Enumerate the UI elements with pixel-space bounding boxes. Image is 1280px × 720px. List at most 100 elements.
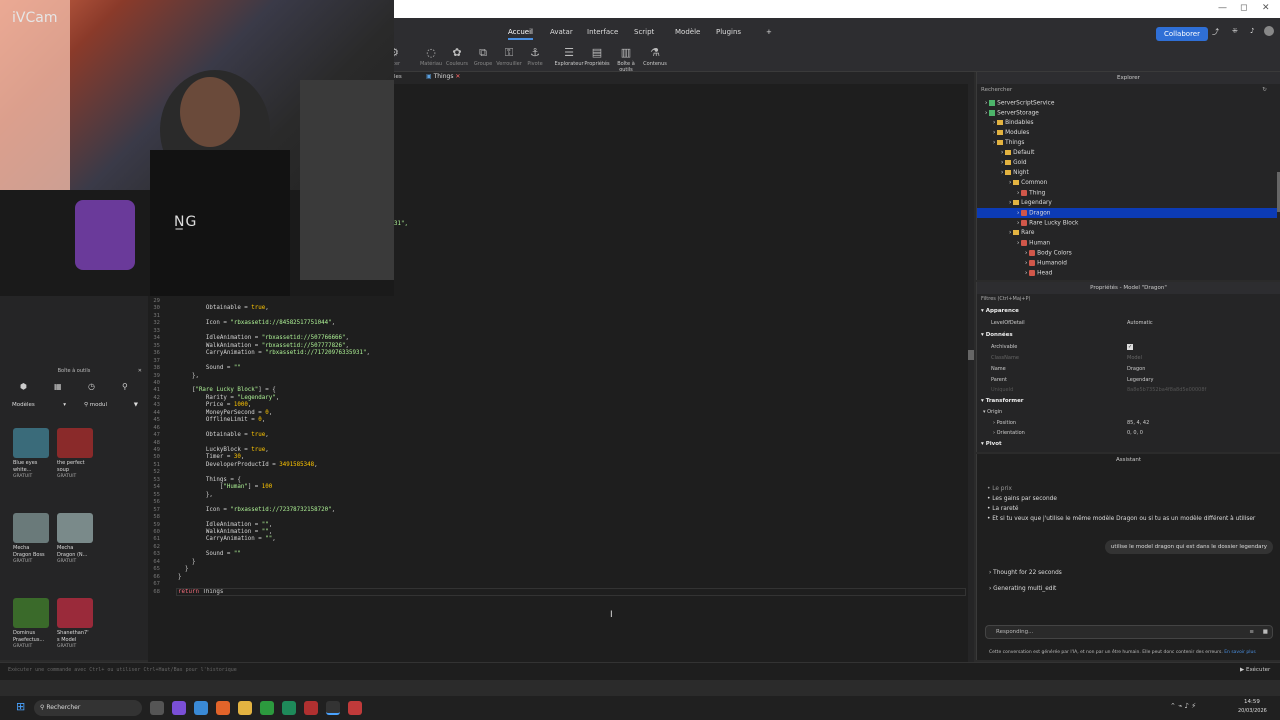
close-icon[interactable]: ✕ xyxy=(138,368,142,374)
toolbox-item[interactable]: Mecha Dragon Boss GRATUIT xyxy=(13,513,53,564)
section-pivot[interactable]: ▾ Pivot xyxy=(981,441,1002,447)
file-explorer-icon[interactable] xyxy=(238,701,252,715)
collaborate-button[interactable]: Collaborer xyxy=(1156,27,1208,41)
maximize-button[interactable]: ◻ xyxy=(1240,3,1247,13)
minimize-button[interactable]: — xyxy=(1218,3,1227,13)
explorer-node[interactable]: › Human xyxy=(1017,240,1050,247)
line-number: 52 xyxy=(153,469,160,476)
thought-step[interactable]: › Thought for 22 seconds xyxy=(989,570,1062,576)
explorer-node[interactable]: › Dragon xyxy=(1017,210,1050,217)
firefox-icon[interactable] xyxy=(216,701,230,715)
app-icon[interactable] xyxy=(282,701,296,715)
toolbox-item[interactable]: Dominus Praefectus... GRATUIT xyxy=(13,598,53,649)
tray-icons[interactable]: ⌃ ⌁ ♪ ⚡ xyxy=(1170,702,1196,710)
tab-script[interactable]: Script xyxy=(634,28,654,36)
grid-icon[interactable]: ⁜ xyxy=(1232,27,1238,35)
stop-icon[interactable]: ■ xyxy=(1263,626,1268,638)
toolbox-item[interactable]: Mecha Dragon (N... GRATUIT xyxy=(57,513,97,564)
add-tab-button[interactable]: + xyxy=(766,28,772,36)
scroll-thumb[interactable] xyxy=(968,350,974,360)
toolbox-button[interactable]: ▥ Boîte à outils xyxy=(611,46,641,73)
section-apparence[interactable]: ▾ Apparence xyxy=(981,308,1019,314)
category-select[interactable]: Modèles ▾ xyxy=(12,402,70,412)
command-input[interactable]: Exécuter une commande avec Ctrl+ ou util… xyxy=(8,667,237,673)
explorer-search[interactable]: Rechercher ↻ xyxy=(981,87,1271,93)
toolbox-item[interactable]: Shanethan7' s Model GRATUIT xyxy=(57,598,97,649)
tab-interface[interactable]: Interface xyxy=(587,28,618,36)
refresh-icon[interactable]: ↻ xyxy=(1262,87,1267,93)
explorer-node[interactable]: › ServerScriptService xyxy=(985,100,1054,107)
assistant-disclaimer: Cette conversation est générée par l'IA,… xyxy=(989,650,1256,655)
settings-icon[interactable]: ≡ xyxy=(1249,626,1254,638)
explorer-node[interactable]: › Thing xyxy=(1017,190,1045,197)
explorer-node[interactable]: › Gold xyxy=(1001,160,1027,166)
explorer-node[interactable]: › Humanoid xyxy=(1025,260,1067,267)
line-number: 55 xyxy=(153,491,160,498)
clock-time[interactable]: 14:59 xyxy=(1244,699,1260,705)
tab-things[interactable]: ▣ Things ✕ xyxy=(426,73,460,80)
tab-modele[interactable]: Modèle xyxy=(675,28,700,36)
inventory-icon[interactable]: ⬢ xyxy=(20,382,27,391)
pivot-button[interactable]: ⚓ Pivote xyxy=(520,46,550,67)
explorer-node[interactable]: › ServerStorage xyxy=(985,110,1039,117)
toolbox-item[interactable]: Blue eyes white... GRATUIT xyxy=(13,428,53,479)
model-icon xyxy=(1029,270,1036,276)
tab-fragment[interactable]: les xyxy=(394,74,402,80)
app-icon[interactable] xyxy=(348,701,362,715)
share-icon[interactable]: ⤴ xyxy=(1212,27,1219,37)
app-icon[interactable] xyxy=(304,701,318,715)
line-number: 66 xyxy=(153,573,160,580)
properties-button[interactable]: ▤ Propriétés xyxy=(582,46,612,67)
pin-icon[interactable]: ⚲ xyxy=(122,382,128,391)
recent-icon[interactable]: ◷ xyxy=(88,382,95,391)
windows-start-icon[interactable]: ⊞ xyxy=(16,700,25,713)
section-donnees[interactable]: ▾ Données xyxy=(981,332,1013,338)
explorer-node[interactable]: › Night xyxy=(1001,170,1029,176)
marketplace-icon[interactable]: ▦ xyxy=(54,382,62,391)
contents-button[interactable]: ⚗ Contenus xyxy=(640,46,670,67)
line-number: 62 xyxy=(153,543,160,550)
toolbox-search[interactable]: ⚲ modul ▼ xyxy=(84,402,140,412)
explorer-node[interactable]: › Head xyxy=(1025,270,1052,277)
explorer-node[interactable]: › Things xyxy=(993,140,1024,146)
chevron-down-icon: ▾ xyxy=(63,402,66,408)
toolbox-item[interactable]: the perfect soup GRATUIT xyxy=(57,428,97,479)
generating-step[interactable]: › Generating multi_edit xyxy=(989,586,1056,592)
explorer-node[interactable]: › Rare Lucky Block xyxy=(1017,220,1078,227)
explorer-node[interactable]: › Body Colors xyxy=(1025,250,1072,257)
explorer-node[interactable]: › Modules xyxy=(993,130,1029,136)
taskbar-search[interactable]: ⚲ Rechercher xyxy=(34,700,142,716)
learn-more-link[interactable]: En savoir plus xyxy=(1224,650,1255,655)
section-transformer[interactable]: ▾ Transformer xyxy=(981,398,1024,404)
explorer-node[interactable]: › Common xyxy=(1009,180,1047,186)
properties-filter[interactable]: Filtres (Ctrl+Maj+P) xyxy=(981,296,1030,302)
filter-icon[interactable]: ▼ xyxy=(134,402,138,408)
tab-plugins[interactable]: Plugins xyxy=(716,28,741,36)
tab-accueil[interactable]: Accueil xyxy=(508,28,533,40)
settings-app-icon[interactable] xyxy=(194,701,208,715)
explorer-button[interactable]: ☰ Explorateur xyxy=(554,46,584,67)
explorer-node[interactable]: › Default xyxy=(1001,150,1034,156)
tab-avatar[interactable]: Avatar xyxy=(550,28,573,36)
clock-date[interactable]: 20/03/2026 xyxy=(1238,708,1267,714)
app-icon[interactable] xyxy=(172,701,186,715)
task-view-icon[interactable] xyxy=(150,701,164,715)
code-line: ["Human"] = 100 xyxy=(178,484,273,491)
explorer-node-label: Head xyxy=(1037,270,1053,277)
run-button[interactable]: ▶ Exécuter xyxy=(1240,667,1270,673)
avatar[interactable] xyxy=(1264,26,1274,36)
assistant-input[interactable]: Responding... ≡ ■ xyxy=(985,625,1273,639)
notification-bell-icon[interactable]: ♪ xyxy=(1250,27,1254,35)
roblox-studio-icon[interactable] xyxy=(326,701,340,715)
explorer-node[interactable]: › Bindables xyxy=(993,120,1034,126)
explorer-node[interactable]: › Rare xyxy=(1009,230,1034,236)
explorer-node[interactable]: › Legendary xyxy=(1009,200,1052,206)
properties-panel: Propriétés - Model "Dragon" Filtres (Ctr… xyxy=(976,282,1280,452)
search-icon: ⚲ xyxy=(84,402,89,408)
archivable-checkbox[interactable]: ✓ xyxy=(1127,344,1134,350)
chrome-icon[interactable] xyxy=(260,701,274,715)
editor-scrollbar[interactable] xyxy=(968,84,974,662)
close-tab-icon[interactable]: ✕ xyxy=(455,73,460,80)
explorer-node-label: Night xyxy=(1013,170,1029,176)
close-window-button[interactable]: ✕ xyxy=(1262,3,1270,13)
